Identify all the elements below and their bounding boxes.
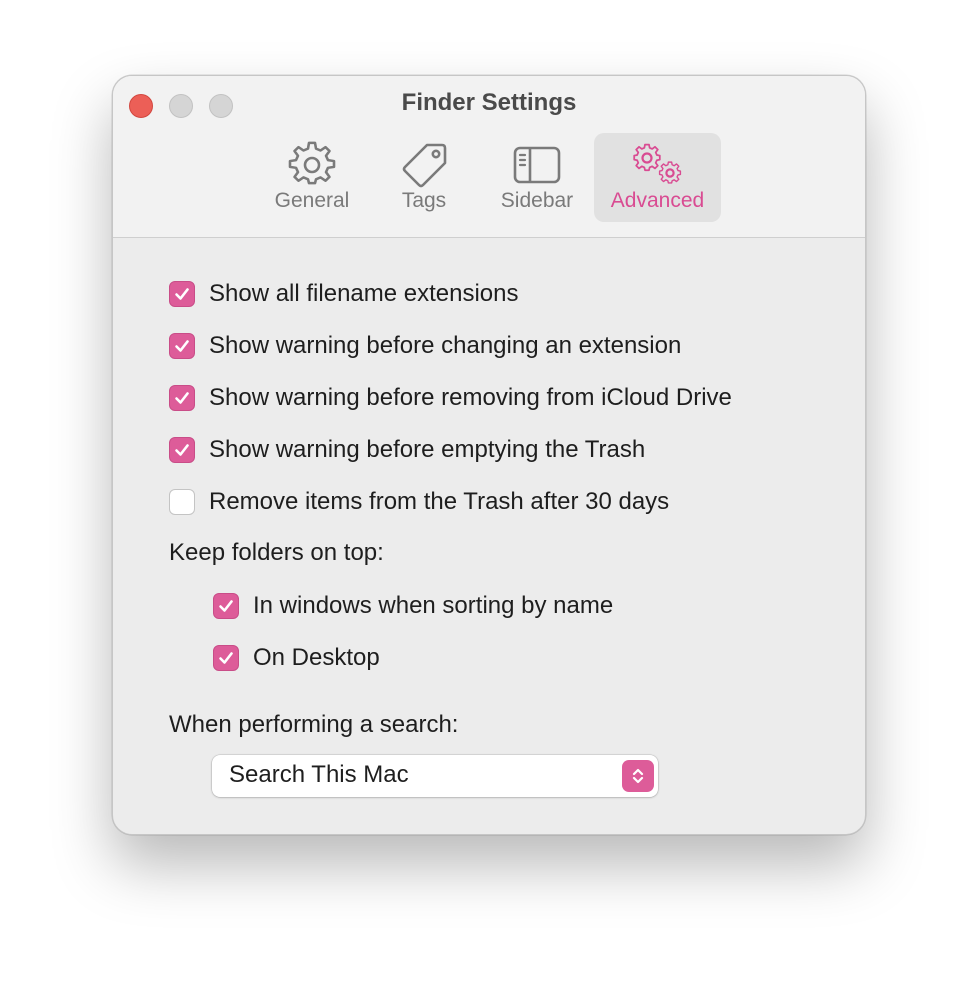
option-warn-empty-trash[interactable]: Show warning before emptying the Trash <box>169 435 645 465</box>
option-warn-change-extension[interactable]: Show warning before changing an extensio… <box>169 331 681 361</box>
option-label: In windows when sorting by name <box>253 592 614 619</box>
option-warn-icloud-remove[interactable]: Show warning before removing from iCloud… <box>169 383 732 413</box>
checkmark-icon <box>175 340 189 352</box>
option-show-extensions[interactable]: Show all filename extensions <box>169 279 519 309</box>
option-label: Remove items from the Trash after 30 day… <box>209 488 670 515</box>
search-scope-value: Search This Mac <box>229 761 409 788</box>
tab-sidebar-label: Sidebar <box>500 189 574 212</box>
checkbox-checked[interactable] <box>213 645 239 671</box>
toolbar: Finder Settings General Tags Sidebar Adv… <box>113 76 865 238</box>
checkbox-checked[interactable] <box>169 437 195 463</box>
checkmark-icon <box>175 392 189 404</box>
keep-folders-heading: Keep folders on top: <box>169 539 384 566</box>
tag-icon <box>402 143 447 188</box>
popup-stepper[interactable] <box>622 760 654 792</box>
option-remove-trash-30-days[interactable]: Remove items from the Trash after 30 day… <box>169 487 669 517</box>
option-label: Show warning before changing an extensio… <box>209 332 682 359</box>
checkmark-icon <box>219 600 233 612</box>
checkbox-checked[interactable] <box>169 281 195 307</box>
option-label: Show warning before removing from iCloud… <box>209 384 732 411</box>
tab-tags[interactable]: Tags <box>379 133 469 222</box>
search-heading: When performing a search: <box>169 711 459 738</box>
checkmark-icon <box>175 288 189 300</box>
window-title: Finder Settings <box>401 89 577 116</box>
option-folders-top-windows[interactable]: In windows when sorting by name <box>213 591 613 621</box>
tab-sidebar[interactable]: Sidebar <box>485 133 589 222</box>
option-label: On Desktop <box>253 644 380 671</box>
checkbox-checked[interactable] <box>213 593 239 619</box>
tab-general-label: General <box>274 189 350 212</box>
tab-advanced[interactable]: Advanced <box>594 133 721 222</box>
checkmark-icon <box>175 444 189 456</box>
checkbox-unchecked[interactable] <box>169 489 195 515</box>
checkbox-checked[interactable] <box>169 333 195 359</box>
option-label: Show warning before emptying the Trash <box>209 436 646 463</box>
option-folders-top-desktop[interactable]: On Desktop <box>213 643 380 673</box>
tab-advanced-label: Advanced <box>610 189 705 212</box>
search-scope-select[interactable]: Search This Mac <box>212 755 658 797</box>
checkbox-checked[interactable] <box>169 385 195 411</box>
gear-icon <box>288 141 336 185</box>
checkmark-icon <box>219 652 233 664</box>
option-label: Show all filename extensions <box>209 280 519 307</box>
chevron-up-down-icon <box>632 768 644 784</box>
sidebar-icon <box>513 146 561 184</box>
tab-general[interactable]: General <box>260 133 364 222</box>
finder-settings-window: Finder Settings General Tags Sidebar Adv… <box>112 75 866 835</box>
gears-icon <box>632 143 681 184</box>
tab-tags-label: Tags <box>401 189 447 212</box>
